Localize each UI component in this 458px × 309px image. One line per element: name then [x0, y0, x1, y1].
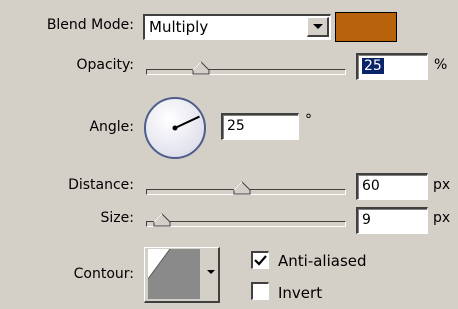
drop-shadow-panel: Blend Mode: Multiply Opacity: 25 % Angle…: [0, 0, 458, 309]
invert-label: Invert: [278, 284, 323, 302]
angle-input[interactable]: 25: [221, 113, 299, 140]
size-slider-thumb[interactable]: [153, 213, 171, 227]
opacity-input[interactable]: 25: [356, 53, 428, 80]
distance-input[interactable]: 60: [356, 173, 428, 200]
blend-mode-value: Multiply: [149, 18, 209, 36]
opacity-slider-track[interactable]: [146, 69, 346, 75]
angle-center-dot: [172, 125, 178, 131]
blend-mode-select[interactable]: Multiply: [143, 14, 331, 40]
opacity-value: 25: [362, 58, 384, 74]
size-input[interactable]: 9: [356, 207, 428, 234]
degree-unit: °: [305, 112, 312, 128]
angle-dial[interactable]: [144, 97, 206, 159]
distance-slider-thumb[interactable]: [233, 181, 251, 195]
blend-mode-label: Blend Mode:: [46, 17, 134, 33]
anti-aliased-checkbox[interactable]: [251, 251, 269, 269]
size-label: Size:: [100, 210, 134, 226]
blend-mode-dropdown-button[interactable]: [307, 17, 329, 37]
size-slider-track[interactable]: [146, 221, 346, 227]
opacity-label: Opacity:: [76, 57, 134, 73]
anti-aliased-label: Anti-aliased: [278, 252, 367, 270]
opacity-unit: %: [434, 57, 448, 73]
shadow-color-swatch[interactable]: [335, 12, 397, 42]
opacity-slider-thumb[interactable]: [192, 61, 210, 75]
contour-label: Contour:: [73, 266, 134, 282]
angle-indicator: [174, 115, 200, 129]
size-unit: px: [433, 210, 451, 226]
contour-dropdown-icon: [207, 270, 215, 274]
distance-label: Distance:: [68, 177, 134, 193]
checkmark-icon: [254, 255, 267, 266]
chevron-down-icon: [313, 24, 323, 29]
distance-unit: px: [433, 177, 451, 193]
contour-preview: [148, 249, 200, 299]
invert-checkbox[interactable]: [251, 282, 269, 300]
angle-label: Angle:: [89, 119, 134, 135]
contour-picker[interactable]: [144, 247, 220, 303]
